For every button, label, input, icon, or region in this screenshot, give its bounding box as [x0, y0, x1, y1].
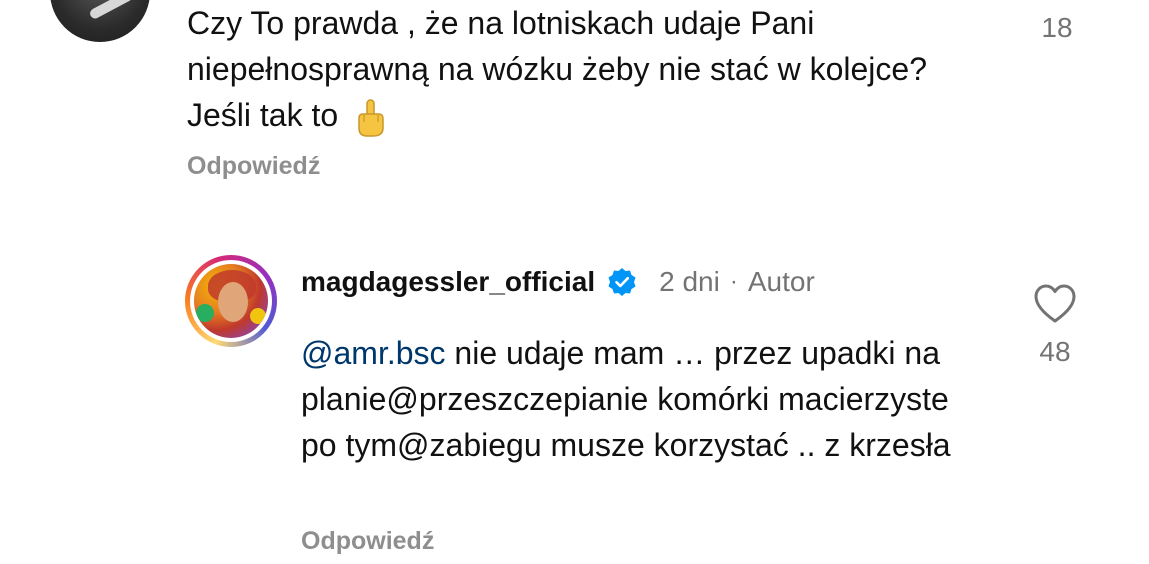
avatar-photo-detail [218, 282, 248, 322]
author-avatar[interactable] [185, 255, 277, 347]
commenter-avatar[interactable] [50, 0, 150, 42]
comment-timestamp: 2 dni [659, 266, 720, 297]
comment-like-count: 18 [1041, 12, 1073, 43]
verified-badge-icon [608, 268, 636, 296]
middle-finger-emoji-icon [358, 98, 384, 137]
reply-like-count: 48 [1039, 336, 1071, 367]
avatar-photo [194, 264, 268, 338]
author-username[interactable]: magdagessler_official [301, 266, 595, 298]
avatar-photo-detail [88, 0, 134, 21]
reply-button[interactable]: Odpowiedź [187, 152, 320, 181]
meta-separator: · [729, 268, 738, 295]
heart-outline-icon[interactable] [1030, 280, 1080, 326]
reply-text: @amr.bsc nie udaje mam … przez upadki na… [301, 330, 981, 468]
comment-body: Czy To prawda , że na lotniskach udaje P… [187, 5, 927, 133]
avatar-photo-detail [196, 304, 214, 322]
avatar-photo-detail [250, 308, 266, 324]
mention-link[interactable]: @amr.bsc [301, 335, 446, 371]
reply-header: magdagessler_official 2 dni · Autor [301, 262, 815, 302]
reply-button[interactable]: Odpowiedź [301, 527, 434, 556]
author-label: Autor [747, 266, 815, 297]
comment-text: Czy To prawda , że na lotniskach udaje P… [187, 0, 957, 138]
comment-thread: Czy To prawda , że na lotniskach udaje P… [0, 0, 1149, 564]
